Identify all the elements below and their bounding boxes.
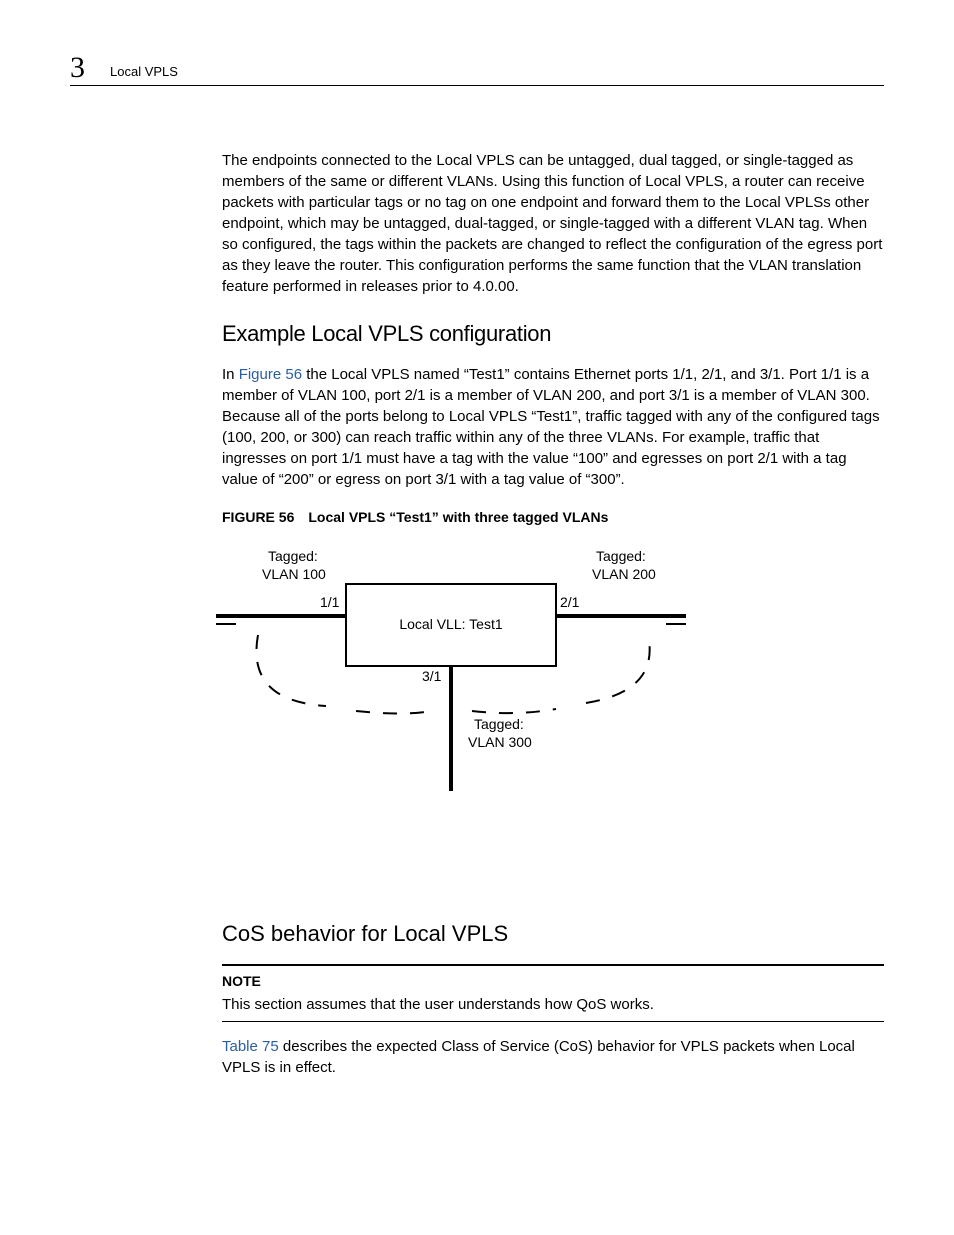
port3: 3/1 <box>422 668 442 684</box>
figure-56-link[interactable]: Figure 56 <box>239 366 302 383</box>
chapter-header-title: Local VPLS <box>110 63 178 81</box>
figure-diagram: Tagged: VLAN 100 Tagged: VLAN 200 1/1 2/… <box>216 531 884 797</box>
example-paragraph: In Figure 56 the Local VPLS named “Test1… <box>222 364 884 490</box>
tag2a: Tagged: <box>596 548 646 564</box>
figure-label: FIGURE 56 <box>222 509 294 525</box>
para2-post: the Local VPLS named “Test1” contains Et… <box>222 366 880 488</box>
section-separator <box>222 964 884 966</box>
tag3b: VLAN 300 <box>468 734 532 750</box>
tag1a: Tagged: <box>268 548 318 564</box>
note-text: This section assumes that the user under… <box>222 994 884 1015</box>
table-75-link[interactable]: Table 75 <box>222 1038 279 1055</box>
figure-caption: FIGURE 56 Local VPLS “Test1” with three t… <box>222 508 884 528</box>
intro-paragraph: The endpoints connected to the Local VPL… <box>222 150 884 297</box>
note-label: NOTE <box>222 972 884 992</box>
note-block: NOTE This section assumes that the user … <box>222 972 884 1022</box>
tag3a: Tagged: <box>474 716 524 732</box>
box-text: Local VLL: Test1 <box>399 616 502 632</box>
chapter-number: 3 <box>70 47 85 89</box>
heading-example-config: Example Local VPLS configuration <box>222 319 884 350</box>
figure-caption-text: Local VPLS “Test1” with three tagged VLA… <box>308 509 608 525</box>
heading-cos-behavior: CoS behavior for Local VPLS <box>222 919 884 950</box>
para3-post: describes the expected Class of Service … <box>222 1038 855 1076</box>
page-header: 3 Local VPLS <box>70 55 884 86</box>
tag2b: VLAN 200 <box>592 566 656 582</box>
port1: 1/1 <box>320 594 340 610</box>
port2: 2/1 <box>560 594 580 610</box>
tag1b: VLAN 100 <box>262 566 326 582</box>
table-ref-paragraph: Table 75 describes the expected Class of… <box>222 1036 884 1078</box>
main-content: The endpoints connected to the Local VPL… <box>222 55 884 1078</box>
para2-pre: In <box>222 366 239 383</box>
